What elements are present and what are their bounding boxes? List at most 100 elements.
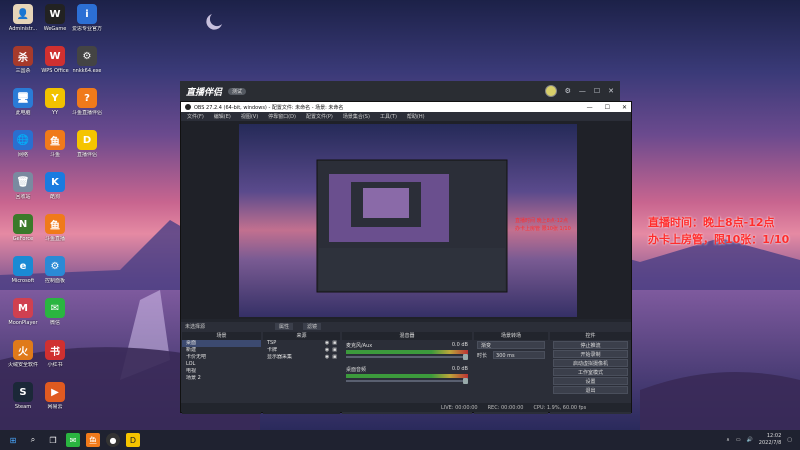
source-item[interactable]: 卡牌 ◉ ▣ bbox=[263, 347, 340, 354]
desktop-shortcut[interactable]: ✉ 微信 bbox=[36, 298, 74, 336]
duration-input[interactable]: 300 ms bbox=[493, 351, 545, 359]
control-button[interactable]: 退出 bbox=[553, 386, 628, 394]
properties-button[interactable]: 属性 bbox=[275, 323, 294, 330]
scenes-header: 场景 bbox=[182, 332, 261, 340]
this-pc-icon: 🖥 bbox=[13, 88, 33, 108]
scene-item[interactable]: 桌面 bbox=[182, 340, 261, 347]
desktop-shortcut[interactable]: ⚙ nnkk64.exe bbox=[68, 46, 106, 84]
sanguosha-icon: 杀 bbox=[13, 46, 33, 66]
recycle-bin-icon: 🗑 bbox=[13, 172, 33, 192]
sources-dock: 来源 TSP◉▣卡牌◉▣显示器采集◉▣ + − ⚙ ∧ ∨ bbox=[263, 332, 340, 414]
control-button[interactable]: 设置 bbox=[553, 377, 628, 385]
kugou-icon: K bbox=[45, 172, 65, 192]
preview-canvas[interactable]: 直播时间 晚上8点-12点 办卡上房管 限10张 1/10 bbox=[239, 124, 577, 317]
task-view-icon[interactable]: ❐ bbox=[46, 433, 60, 447]
obs-menu-item[interactable]: 视图(V) bbox=[241, 113, 258, 120]
wechat-icon: ✉ bbox=[45, 298, 65, 318]
lock-icon[interactable]: ▣ bbox=[332, 354, 337, 361]
lock-icon[interactable]: ▣ bbox=[332, 347, 337, 354]
obs-menu-item[interactable]: 场景集合(S) bbox=[343, 113, 370, 120]
close-icon[interactable]: ✕ bbox=[608, 87, 614, 95]
source-item-label: 卡牌 bbox=[267, 347, 278, 353]
obs-minimize-icon[interactable]: — bbox=[587, 104, 593, 111]
scene-item[interactable]: LOL bbox=[182, 361, 261, 368]
user-folder-icon: 👤 bbox=[13, 4, 33, 24]
obs-titlebar[interactable]: OBS 27.2.4 (64-bit, windows) - 配置文件: 未命名… bbox=[181, 102, 631, 112]
search-icon[interactable]: ⌕ bbox=[26, 433, 40, 447]
volume-icon[interactable]: 🔊 bbox=[747, 437, 753, 443]
desktop-shortcut-label: nnkk64.exe bbox=[72, 68, 102, 74]
live-companion-titlebar[interactable]: 直播伴侣 测试 ⚙ — ☐ ✕ bbox=[180, 81, 620, 101]
desktop-shortcut-label: 三国杀 bbox=[15, 68, 31, 74]
mic-channel-label: 麦克风/Aux bbox=[346, 343, 373, 349]
visibility-icon[interactable]: ◉ bbox=[325, 340, 329, 347]
network-icon: 🌐 bbox=[13, 130, 33, 150]
control-button[interactable]: 工作室模式 bbox=[553, 368, 628, 376]
tray-chevron-icon[interactable]: ∧ bbox=[726, 437, 730, 443]
desktop-shortcut[interactable]: ▶ 网易云 bbox=[36, 382, 74, 420]
desktop-shortcut-label: 爱思专业官方 bbox=[71, 26, 102, 32]
obs-close-icon[interactable]: ✕ bbox=[622, 104, 627, 111]
desktop-shortcut[interactable]: 书小红书 bbox=[36, 340, 74, 378]
live-companion-logo: 直播伴侣 bbox=[186, 87, 223, 98]
desktop-shortcut-label: 控制面板 bbox=[44, 278, 65, 284]
start-icon[interactable]: ⊞ bbox=[6, 433, 20, 447]
network-tray-icon[interactable]: ▭ bbox=[736, 437, 741, 443]
douyu-taskbar-icon[interactable]: 鱼 bbox=[86, 433, 100, 447]
obs-menu-item[interactable]: 停靠窗口(D) bbox=[268, 113, 296, 120]
visibility-icon[interactable]: ◉ bbox=[325, 347, 329, 354]
visibility-icon[interactable]: ◉ bbox=[325, 354, 329, 361]
moon-player-icon: M bbox=[13, 298, 33, 318]
avatar[interactable] bbox=[544, 85, 557, 97]
notification-icon[interactable]: ▢ bbox=[787, 437, 792, 443]
control-button[interactable]: 停止推流 bbox=[553, 341, 628, 349]
scene-item[interactable]: 场景 2 bbox=[182, 375, 261, 382]
obs-menu-item[interactable]: 文件(F) bbox=[187, 113, 204, 120]
desktop-shortcut[interactable]: ⚙ 控制面板 bbox=[36, 256, 74, 294]
maximize-icon[interactable]: ☐ bbox=[594, 87, 600, 95]
control-button[interactable]: 启动虚拟摄像机 bbox=[553, 359, 628, 367]
obs-taskbar-icon[interactable]: ● bbox=[106, 433, 120, 447]
obs-menu-item[interactable]: 配置文件(P) bbox=[306, 113, 333, 120]
stream-schedule-overlay: 直播时间：晚上8点-12点 办卡上房管，限10张：1/10 bbox=[648, 214, 789, 248]
desktop-shortcut[interactable]: 鱼斗鱼直播 bbox=[36, 214, 74, 252]
controls-dock: 控件 停止推流 开始录制 启动虚拟摄像机 工作室模式 设置 退出 bbox=[550, 332, 631, 414]
desktop-shortcut[interactable]: ? 斗鱼直播伴侣 bbox=[68, 88, 106, 126]
obs-menu-item[interactable]: 帮助(H) bbox=[407, 113, 425, 120]
taskbar: ⊞ ⌕ ❐ ✉ 鱼 ● D ∧ ▭ 🔊 12:02 2022/7/8 ▢ bbox=[0, 430, 800, 450]
mic-volume-slider[interactable] bbox=[346, 354, 468, 360]
desktop-shortcut[interactable]: i 爱思专业官方 bbox=[68, 4, 106, 42]
desktop-shortcut-label: MoonPlayer bbox=[8, 320, 38, 326]
i4-icon: i bbox=[77, 4, 97, 24]
clock[interactable]: 12:02 2022/7/8 bbox=[759, 433, 781, 447]
scene-item[interactable]: 卡价无吧 bbox=[182, 354, 261, 361]
source-item-label: TSP bbox=[267, 340, 277, 346]
live-companion-icon: D bbox=[77, 130, 97, 150]
settings-icon[interactable]: ⚙ bbox=[565, 87, 571, 95]
mic-meter bbox=[346, 350, 468, 354]
desktop-volume-slider[interactable] bbox=[346, 378, 468, 384]
desktop-shortcut[interactable]: K 酷狗 bbox=[36, 172, 74, 210]
wechat-taskbar-icon[interactable]: ✉ bbox=[66, 433, 80, 447]
scene-item[interactable]: 电视 bbox=[182, 368, 261, 375]
scene-item[interactable]: 新建 bbox=[182, 347, 261, 354]
minimize-icon[interactable]: — bbox=[579, 87, 586, 95]
desktop-audio-meter bbox=[346, 374, 468, 378]
obs-maximize-icon[interactable]: ☐ bbox=[605, 104, 610, 111]
lock-icon[interactable]: ▣ bbox=[332, 340, 337, 347]
douyu-app-icon: 鱼 bbox=[45, 130, 65, 150]
svg-text:直播时间 晚上8点-12点: 直播时间 晚上8点-12点 bbox=[515, 217, 568, 224]
clock-date: 2022/7/8 bbox=[758, 440, 782, 446]
desktop-shortcut[interactable]: D 直播伴侣 bbox=[68, 130, 106, 168]
obs-menu-item[interactable]: 工具(T) bbox=[380, 113, 397, 120]
controls-header: 控件 bbox=[550, 332, 631, 340]
desktop-shortcut-label: 直播伴侣 bbox=[76, 152, 97, 158]
filters-button[interactable]: 滤镜 bbox=[303, 323, 322, 330]
transition-select[interactable]: 渐变 bbox=[477, 341, 545, 349]
source-item[interactable]: 显示器采集 ◉ ▣ bbox=[263, 354, 340, 361]
control-button[interactable]: 开始录制 bbox=[553, 350, 628, 358]
live-companion-taskbar-icon[interactable]: D bbox=[126, 433, 140, 447]
desktop-shortcut-label: YY bbox=[51, 110, 59, 116]
source-item[interactable]: TSP ◉ ▣ bbox=[263, 340, 340, 347]
obs-menu-item[interactable]: 编辑(E) bbox=[214, 113, 231, 120]
